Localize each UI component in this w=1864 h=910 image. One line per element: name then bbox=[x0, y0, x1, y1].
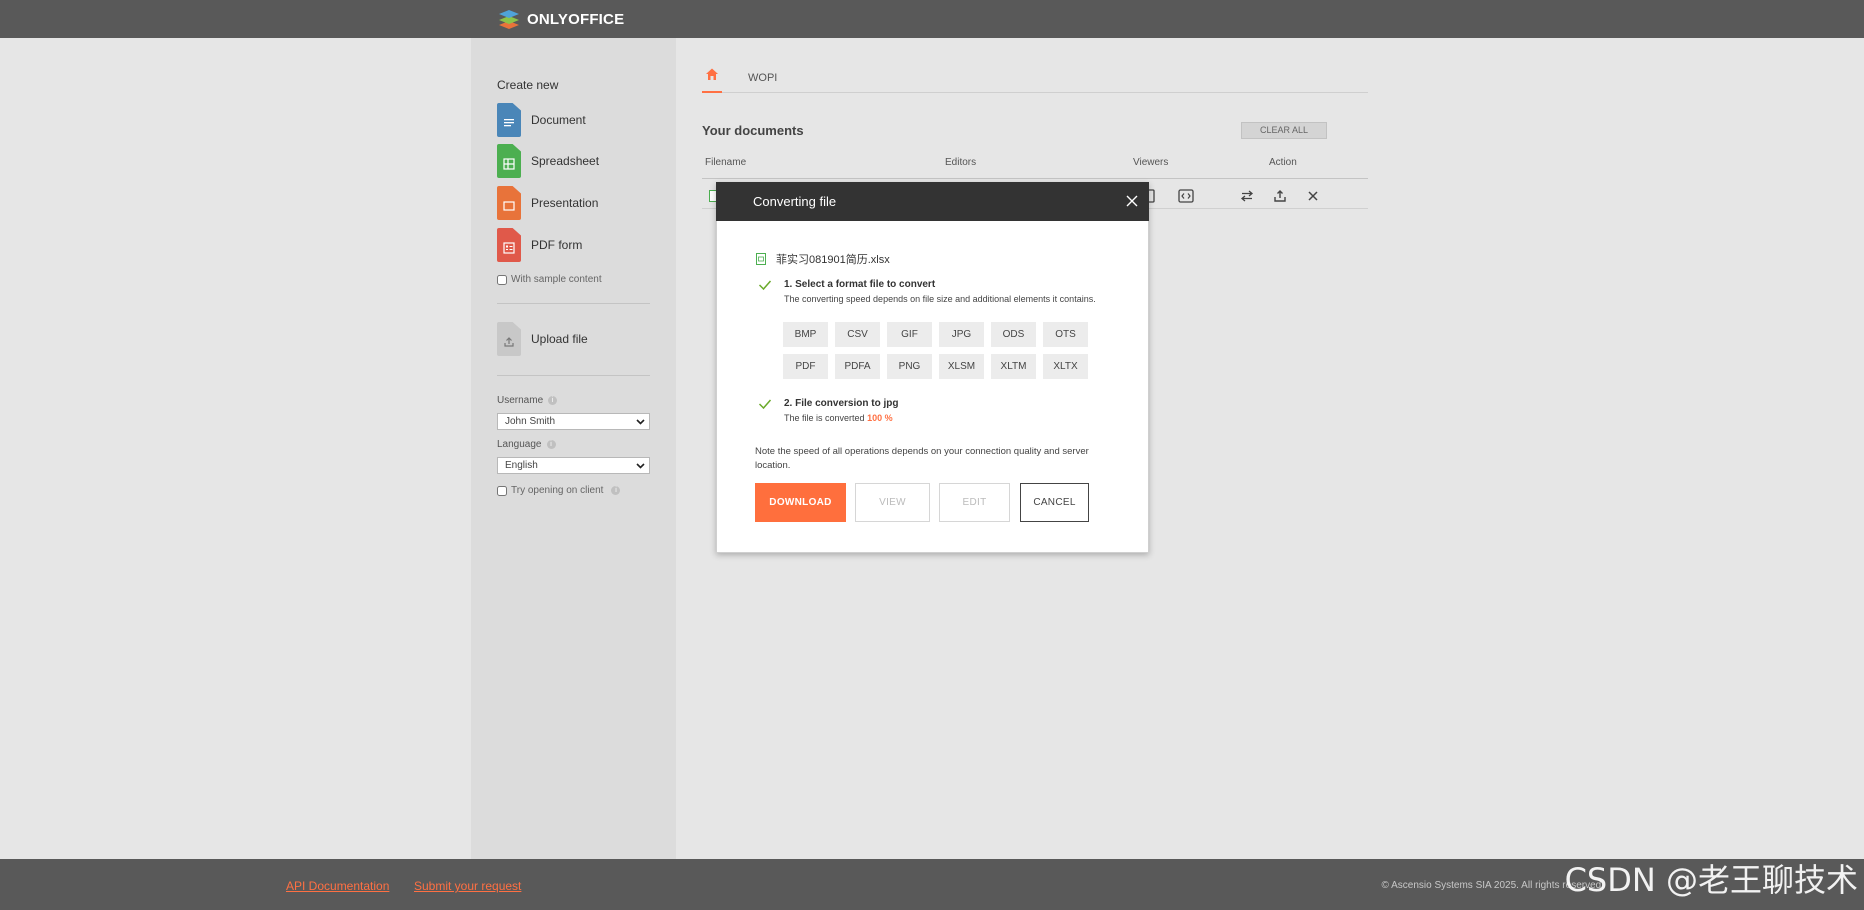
format-xltm-button[interactable]: XLTM bbox=[991, 354, 1036, 379]
upload-icon bbox=[497, 322, 521, 356]
format-png-button[interactable]: PNG bbox=[887, 354, 932, 379]
language-value: English bbox=[505, 460, 538, 471]
try-client-label: Try opening on client bbox=[511, 485, 604, 496]
format-pdf-button[interactable]: PDF bbox=[783, 354, 828, 379]
view-button[interactable]: VIEW bbox=[855, 483, 930, 522]
converting-file-dialog: Converting file 菲实习081901简历.xlsx 1. Sele… bbox=[716, 182, 1149, 553]
format-bmp-button[interactable]: BMP bbox=[783, 322, 828, 347]
step2-title: 2. File conversion to jpg bbox=[784, 398, 899, 409]
chevron-down-icon bbox=[636, 418, 645, 425]
format-xltx-button[interactable]: XLTX bbox=[1043, 354, 1088, 379]
convert-icon[interactable] bbox=[1239, 188, 1255, 204]
upload-file-button[interactable]: Upload file bbox=[497, 322, 588, 356]
column-header-viewers: Viewers bbox=[1133, 157, 1169, 168]
column-header-filename: Filename bbox=[705, 157, 747, 168]
create-document-label: Document bbox=[531, 113, 586, 127]
language-label-text: Language bbox=[497, 439, 542, 450]
download-icon[interactable] bbox=[1272, 188, 1288, 204]
pdf-form-icon bbox=[497, 228, 521, 262]
format-options: BMP CSV GIF JPG ODS OTS PDF PDFA PNG XLS… bbox=[783, 322, 1088, 379]
step2-status-text: The file is converted bbox=[784, 413, 865, 423]
check-icon bbox=[758, 399, 772, 410]
try-client-option[interactable]: Try opening on client i bbox=[497, 485, 621, 496]
format-ods-button[interactable]: ODS bbox=[991, 322, 1036, 347]
watermark-text: CSDN @老王聊技术 bbox=[1564, 861, 1858, 899]
try-client-checkbox[interactable] bbox=[497, 485, 507, 496]
step1-subtitle: The converting speed depends on file siz… bbox=[784, 294, 1096, 304]
spreadsheet-icon bbox=[497, 144, 521, 178]
submit-request-link[interactable]: Submit your request bbox=[414, 879, 521, 893]
converting-file-name: 菲实习081901简历.xlsx bbox=[756, 251, 890, 267]
presentation-icon bbox=[497, 186, 521, 220]
clear-all-button[interactable]: CLEAR ALL bbox=[1241, 122, 1327, 139]
dialog-header: Converting file bbox=[716, 182, 1149, 221]
create-spreadsheet-button[interactable]: Spreadsheet bbox=[497, 144, 599, 178]
header-divider bbox=[702, 178, 1368, 179]
upload-file-label: Upload file bbox=[531, 332, 588, 346]
language-label: Language i bbox=[497, 439, 556, 450]
column-header-editors: Editors bbox=[945, 157, 977, 168]
format-xlsm-button[interactable]: XLSM bbox=[939, 354, 984, 379]
step-select-format: 1. Select a format file to convert The c… bbox=[758, 279, 1096, 304]
download-button[interactable]: DOWNLOAD bbox=[755, 483, 846, 522]
create-pdf-form-button[interactable]: PDF form bbox=[497, 228, 582, 262]
step1-title: 1. Select a format file to convert bbox=[784, 279, 936, 290]
column-header-action: Action bbox=[1269, 157, 1297, 168]
info-icon[interactable]: i bbox=[548, 396, 558, 405]
delete-icon[interactable] bbox=[1305, 188, 1321, 204]
username-value: John Smith bbox=[505, 416, 556, 427]
format-jpg-button[interactable]: JPG bbox=[939, 322, 984, 347]
format-ots-button[interactable]: OTS bbox=[1043, 322, 1088, 347]
format-csv-button[interactable]: CSV bbox=[835, 322, 880, 347]
language-select[interactable]: English bbox=[497, 457, 650, 474]
sidebar-divider bbox=[497, 375, 650, 376]
tab-home[interactable] bbox=[702, 66, 722, 93]
chevron-down-icon bbox=[636, 462, 645, 469]
embedded-view-icon[interactable] bbox=[1178, 188, 1194, 204]
create-spreadsheet-label: Spreadsheet bbox=[531, 154, 600, 168]
username-select[interactable]: John Smith bbox=[497, 413, 650, 430]
format-pdfa-button[interactable]: PDFA bbox=[835, 354, 880, 379]
sample-content-checkbox[interactable] bbox=[497, 274, 507, 285]
document-icon bbox=[497, 103, 521, 137]
step2-subtitle: The file is converted 100 % bbox=[784, 413, 898, 423]
tab-bar: WOPI bbox=[702, 66, 1368, 93]
conversion-percent: 100 % bbox=[867, 413, 893, 423]
sample-content-option[interactable]: With sample content bbox=[497, 274, 602, 285]
check-icon bbox=[758, 280, 772, 291]
create-pdf-form-label: PDF form bbox=[531, 238, 583, 252]
create-presentation-label: Presentation bbox=[531, 196, 599, 210]
home-icon bbox=[706, 68, 718, 80]
sidebar: Create new Document Spreadsheet Presenta… bbox=[471, 38, 676, 859]
dialog-title: Converting file bbox=[753, 194, 837, 209]
tab-wopi[interactable]: WOPI bbox=[748, 72, 777, 84]
top-bar: ONLYOFFICE bbox=[0, 0, 1864, 38]
file-name-text: 菲实习081901简历.xlsx bbox=[776, 254, 890, 266]
spreadsheet-file-icon bbox=[756, 253, 766, 265]
speed-note: Note the speed of all operations depends… bbox=[755, 446, 1089, 471]
sample-content-label: With sample content bbox=[511, 274, 602, 285]
create-presentation-button[interactable]: Presentation bbox=[497, 186, 598, 220]
brand-name: ONLYOFFICE bbox=[527, 10, 625, 28]
info-icon[interactable]: i bbox=[546, 440, 556, 449]
onlyoffice-logo-icon bbox=[499, 10, 519, 29]
info-icon[interactable]: i bbox=[611, 486, 621, 495]
cancel-button[interactable]: CANCEL bbox=[1020, 483, 1089, 522]
brand-logo[interactable]: ONLYOFFICE bbox=[497, 7, 624, 31]
create-new-title: Create new bbox=[497, 78, 559, 92]
step-conversion: 2. File conversion to jpg The file is co… bbox=[758, 398, 898, 423]
format-gif-button[interactable]: GIF bbox=[887, 322, 932, 347]
username-label-text: Username bbox=[497, 395, 544, 406]
your-documents-title: Your documents bbox=[702, 123, 804, 138]
api-documentation-link[interactable]: API Documentation bbox=[286, 879, 389, 893]
edit-button[interactable]: EDIT bbox=[939, 483, 1010, 522]
close-icon[interactable] bbox=[1125, 194, 1139, 208]
sidebar-divider bbox=[497, 303, 650, 304]
username-label: Username i bbox=[497, 395, 558, 406]
create-document-button[interactable]: Document bbox=[497, 103, 586, 137]
